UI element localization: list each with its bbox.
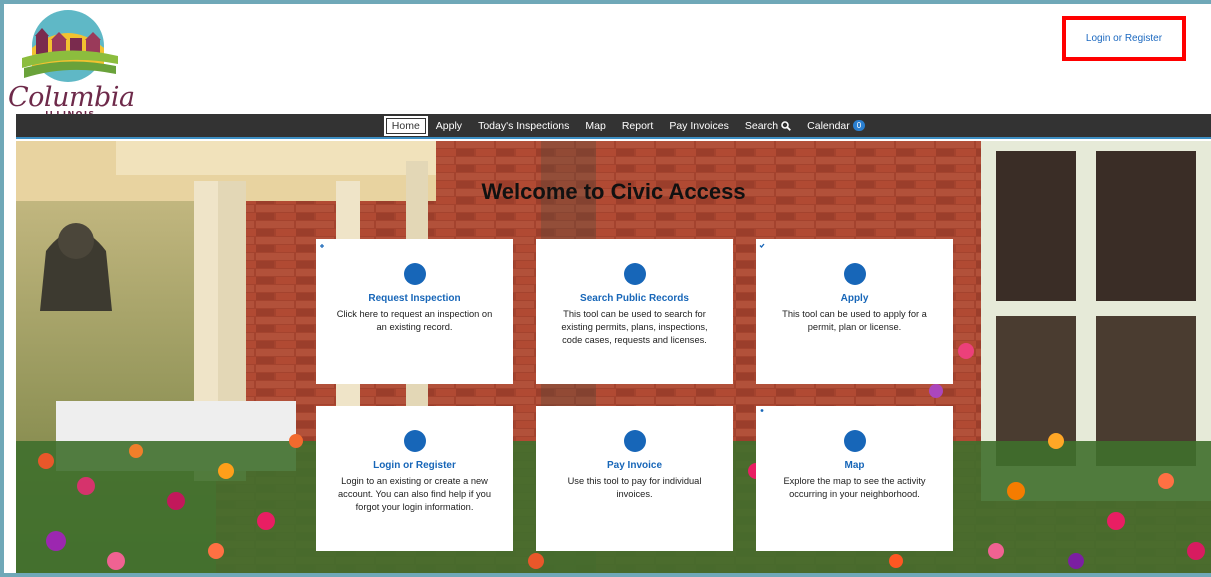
card-request-inspection[interactable]: Request Inspection Click here to request… (316, 239, 513, 384)
card-title: Pay Invoice (606, 460, 663, 471)
search-icon (781, 120, 792, 131)
search-icon (536, 239, 646, 285)
nav-search-label: Search (744, 119, 779, 132)
card-title: Apply (840, 293, 869, 304)
main-nav: Home Apply Today's Inspections Map Repor… (16, 114, 1211, 139)
nav-home-label: Home (391, 119, 420, 132)
header: Columbia ILLINOIS Login or Register (4, 4, 1211, 119)
hero-title: Welcome to Civic Access (481, 179, 746, 204)
nav-todays-inspections[interactable]: Today's Inspections (470, 117, 577, 135)
card-description: Click here to request an inspection on a… (336, 309, 493, 332)
login-register-link[interactable]: Login or Register (1086, 33, 1162, 44)
logo-text: Columbia (8, 82, 135, 113)
nav-map-label: Map (585, 119, 606, 132)
card-title: Login or Register (373, 460, 456, 471)
card-title: Search Public Records (580, 293, 689, 304)
card-description: Use this tool to pay for individual invo… (567, 476, 702, 499)
nav-pay-invoices-label: Pay Invoices (669, 119, 729, 132)
nav-todays-inspections-label: Today's Inspections (478, 119, 570, 132)
nav-apply-label: Apply (435, 119, 463, 132)
nav-map[interactable]: Map (577, 117, 613, 135)
nav-home[interactable]: Home (383, 115, 428, 136)
card-pay-invoice[interactable]: $ Pay Invoice Use this tool to pay for i… (536, 406, 733, 551)
page-frame: Columbia ILLINOIS Login or Register Home… (0, 0, 1211, 577)
nav-report[interactable]: Report (614, 117, 662, 135)
card-title: Request Inspection (368, 293, 461, 304)
card-map[interactable]: Map Explore the map to see the activity … (756, 406, 953, 551)
card-description: This tool can be used to search for exis… (561, 309, 708, 345)
hero-section: Welcome to Civic Access Request Inspecti… (16, 141, 1211, 573)
users-icon (316, 408, 426, 452)
calendar-plus-icon (317, 240, 426, 285)
logo-graphic (22, 10, 118, 82)
clipboard-check-icon (758, 240, 866, 285)
calendar-count-badge: 0 (852, 120, 866, 131)
card-apply[interactable]: Apply This tool can be used to apply for… (756, 239, 953, 384)
card-description: Login to an existing or create a new acc… (338, 476, 491, 512)
svg-text:$: $ (539, 407, 545, 418)
map-pin-icon (758, 406, 866, 452)
card-description: This tool can be used to apply for a per… (782, 309, 927, 332)
card-login-register[interactable]: Login or Register Login to an existing o… (316, 406, 513, 551)
nav-apply[interactable]: Apply (428, 117, 470, 135)
dollar-icon: $ (539, 407, 646, 452)
card-description: Explore the map to see the activity occu… (783, 476, 926, 499)
login-highlight-box: Login or Register (1062, 16, 1186, 61)
nav-calendar[interactable]: Calendar 0 (799, 117, 873, 135)
card-search-public-records[interactable]: Search Public Records This tool can be u… (536, 239, 733, 384)
nav-calendar-label: Calendar (807, 119, 850, 132)
columbia-logo[interactable]: Columbia ILLINOIS (8, 8, 135, 119)
card-title: Map (844, 460, 865, 471)
nav-search[interactable]: Search (737, 117, 799, 135)
nav-report-label: Report (621, 119, 654, 132)
nav-pay-invoices[interactable]: Pay Invoices (661, 117, 737, 135)
